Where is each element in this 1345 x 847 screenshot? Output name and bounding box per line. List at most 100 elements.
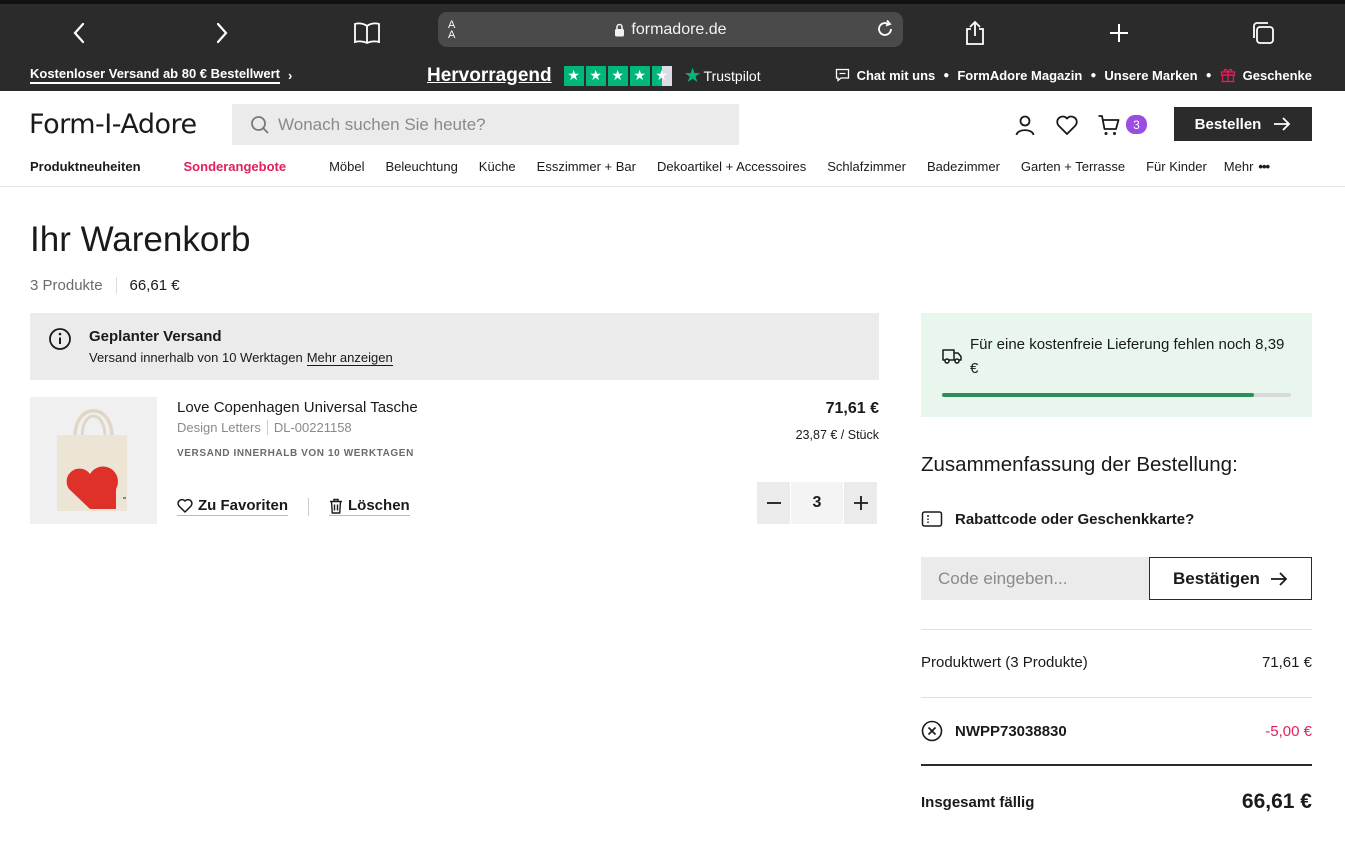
nav-item-bedroom[interactable]: Schlafzimmer [827,159,906,174]
remove-coupon-icon[interactable] [921,720,943,742]
product-image[interactable] [30,397,157,524]
new-tab-icon[interactable] [1102,16,1136,50]
discount-code-input[interactable] [921,557,1149,600]
total-amount: 66,61 € [1241,790,1312,813]
quantity-stepper: 3 [757,482,877,524]
tabs-overview-icon[interactable] [1246,16,1280,50]
site-header: Form-I-Adore 3 Bestellen Produktneuheite… [0,91,1345,187]
shipping-notice-desc: Versand innerhalb von 10 Werktagen [89,350,303,365]
delete-label: Löschen [348,497,410,514]
url-text: formadore.de [631,21,727,38]
nav-more-label: Mehr [1223,159,1254,174]
search-input[interactable] [278,114,728,135]
free-shipping-promo[interactable]: Kostenloser Versand ab 80 € Bestellwert … [30,66,292,84]
nav-item-new[interactable]: Produktneuheiten [30,159,141,174]
info-icon [48,327,72,351]
half-star-icon: ★ [651,65,672,86]
heart-icon[interactable] [1055,113,1079,137]
trust-stars: ★ ★ ★ ★ ★ [563,65,672,86]
gift-icon [1220,68,1235,83]
summary-divider [921,629,1312,630]
quantity-value[interactable]: 3 [790,482,844,524]
product-name[interactable]: Love Copenhagen Universal Tasche [177,399,418,416]
trustpilot-star-icon: ★ [683,65,702,87]
reload-icon[interactable] [875,19,895,39]
decrease-quantity-button[interactable] [757,482,790,524]
total-label: Insgesamt fällig [921,793,1035,811]
product-value-row: Produktwert (3 Produkte) 71,61 € [921,654,1312,671]
order-summary-title: Zusammenfassung der Bestellung: [921,453,1238,476]
free-shipping-progress-fill [942,393,1255,397]
account-icon[interactable] [1013,113,1037,137]
cart-summary-line: 3 Produkte 66,61 € [30,277,180,294]
delete-button[interactable]: Löschen [329,497,410,516]
share-icon[interactable] [958,16,992,50]
free-shipping-box: Für eine kostenfreie Lieferung fehlen no… [921,313,1312,417]
arrow-right-icon [1274,117,1291,131]
free-shipping-progress [942,393,1291,397]
apply-code-label: Bestätigen [1173,568,1260,588]
shipping-notice: Geplanter Versand Versand innerhalb von … [30,313,879,380]
star-icon: ★ [607,65,628,86]
nav-item-garden[interactable]: Garten + Terrasse [1021,159,1125,174]
chat-link-label: Chat mit uns [856,67,936,83]
more-dots-icon: ••• [1258,159,1270,174]
site-logo[interactable]: Form-I-Adore [29,109,197,140]
arrow-right-icon [1270,571,1288,586]
magazine-link[interactable]: FormAdore Magazin [957,68,1082,83]
lock-icon [615,23,625,37]
search-bar[interactable] [232,104,739,145]
nav-item-sale[interactable]: Sonderangebote [184,159,287,174]
apply-code-button[interactable]: Bestätigen [1149,557,1312,600]
total-divider [921,764,1312,766]
trustpilot-widget[interactable]: Hervorragend ★ ★ ★ ★ ★ ★ Trustpilot [427,63,761,88]
star-icon: ★ [585,65,606,86]
discount-code-toggle[interactable]: Rabattcode oder Geschenkkarte? [921,510,1194,528]
cart-icon[interactable] [1097,113,1121,137]
checkout-button[interactable]: Bestellen [1174,107,1312,141]
coupon-icon [921,511,943,527]
nav-item-decor[interactable]: Dekoartikel + Accessoires [657,159,806,174]
page-title: Ihr Warenkorb [30,220,251,259]
add-to-favorites-button[interactable]: Zu Favoriten [177,497,289,516]
product-meta: Design Letters DL-00221158 [177,420,352,435]
search-icon [251,115,269,134]
nav-item-more[interactable]: Mehr ••• [1223,159,1270,174]
total-row: Insgesamt fällig 66,61 € [921,790,1312,814]
product-sku: DL-00221158 [273,420,352,435]
plus-icon [853,496,868,510]
nav-item-kitchen[interactable]: Küche [479,159,516,174]
coupon-discount-amount: -5,00 € [1265,722,1312,740]
nav-item-dining[interactable]: Esszimmer + Bar [537,159,636,174]
back-icon[interactable] [62,16,96,50]
bookmarks-icon[interactable] [350,16,384,50]
product-shipping-time: VERSAND INNERHALB VON 10 WERKTAGEN [177,448,414,459]
summary-divider [921,697,1312,698]
category-nav: Produktneuheiten Sonderangebote Möbel Be… [30,159,1290,174]
trustpilot-logo: ★ Trustpilot [684,63,761,88]
checkout-button-label: Bestellen [1194,115,1262,133]
chat-link[interactable]: Chat mit uns [835,67,936,83]
trash-icon [330,498,343,514]
truck-icon [942,348,962,364]
increase-quantity-button[interactable] [844,482,877,524]
nav-item-lighting[interactable]: Beleuchtung [386,159,458,174]
chat-icon [835,68,849,82]
meta-divider [266,420,268,435]
unit-price: 23,87 € / Stück [795,428,879,442]
show-more-link[interactable]: Mehr anzeigen [306,350,393,366]
gifts-link[interactable]: Geschenke [1220,67,1312,83]
top-links: Chat mit uns ● FormAdore Magazin ● Unser… [835,67,1312,83]
free-shipping-promo-text: Kostenloser Versand ab 80 € Bestellwert [30,66,280,84]
nav-item-furniture[interactable]: Möbel [329,159,364,174]
nav-item-kids[interactable]: Für Kinder [1146,159,1207,174]
forward-icon[interactable] [205,16,239,50]
discount-code-label: Rabattcode oder Geschenkkarte? [955,510,1195,528]
separator-dot: ● [1205,69,1212,81]
product-actions: Zu Favoriten Löschen [177,497,410,516]
address-bar[interactable]: AA formadore.de [438,12,903,47]
nav-item-bathroom[interactable]: Badezimmer [927,159,1000,174]
product-brand: Design Letters [177,420,261,435]
trust-rating: Hervorragend [427,64,552,86]
brands-link[interactable]: Unsere Marken [1104,68,1197,83]
